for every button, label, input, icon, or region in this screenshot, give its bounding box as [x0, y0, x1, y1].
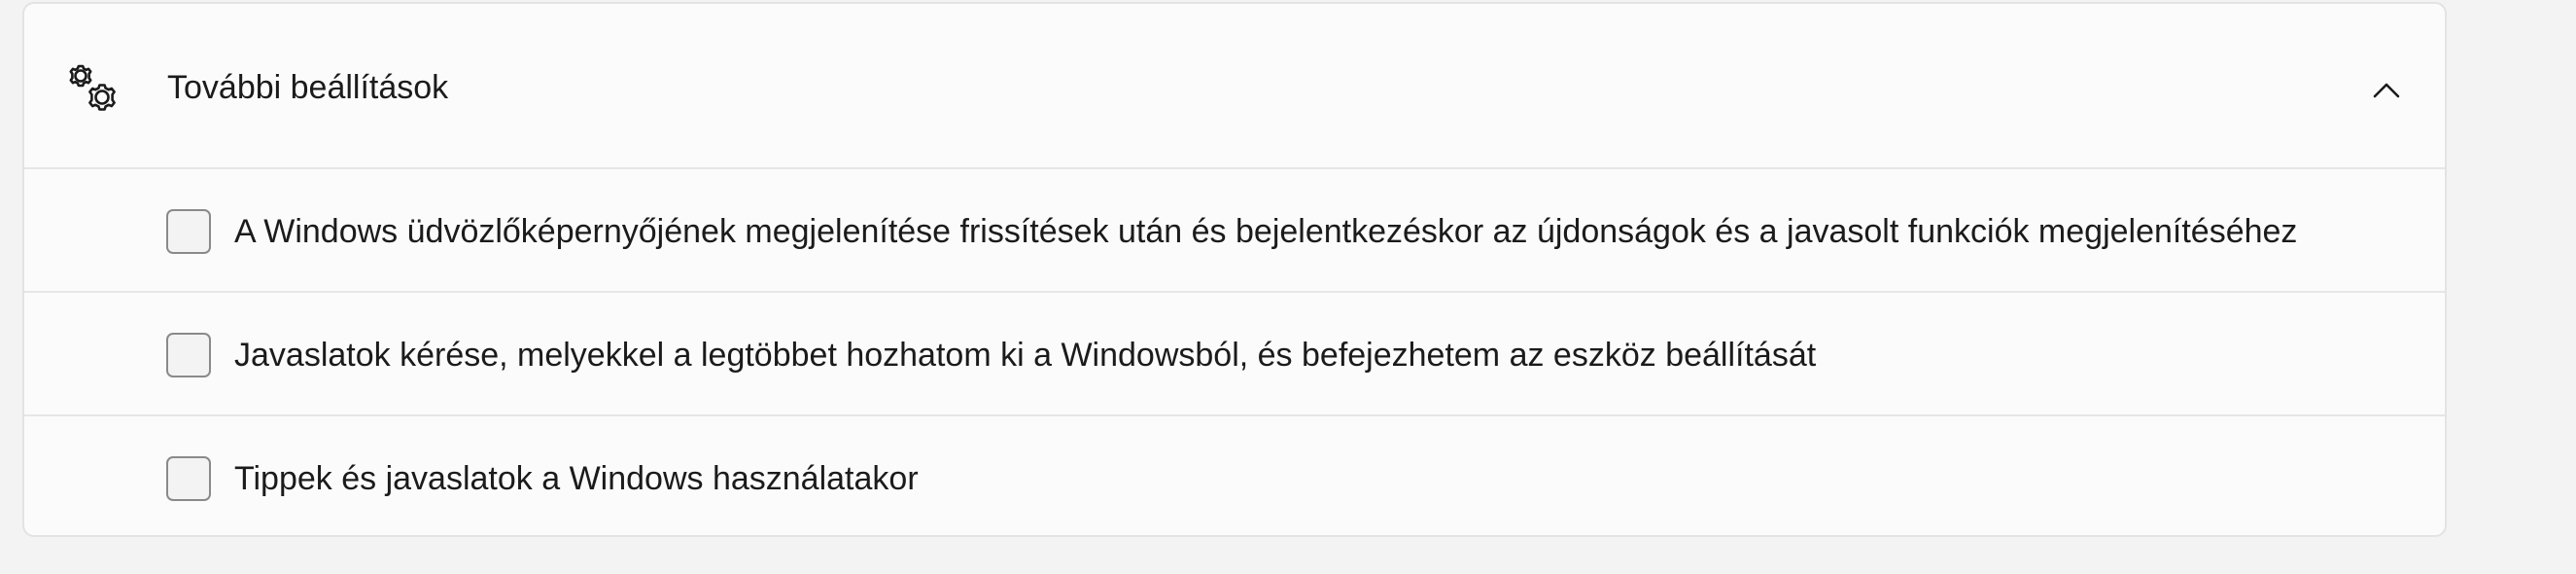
welcome-experience-label: A Windows üdvözlőképernyőjének megjelení… [234, 213, 2298, 250]
tips-label: Tippek és javaslatok a Windows használat… [234, 460, 919, 497]
section-title: További beállítások [167, 69, 449, 106]
welcome-experience-checkbox[interactable] [166, 209, 211, 254]
additional-settings-panel: További beállítások A Windows üdvözlőkép… [22, 2, 2447, 537]
gears-icon [65, 60, 123, 119]
chevron-up-icon[interactable] [2369, 72, 2404, 107]
additional-settings-header[interactable]: További beállítások [24, 4, 2445, 169]
option-row-welcome-experience: A Windows üdvözlőképernyőjének megjelení… [24, 169, 2445, 293]
option-row-tips: Tippek és javaslatok a Windows használat… [24, 416, 2445, 535]
option-row-setup-suggestions: Javaslatok kérése, melyekkel a legtöbbet… [24, 293, 2445, 416]
setup-suggestions-checkbox[interactable] [166, 333, 211, 377]
tips-checkbox[interactable] [166, 456, 211, 501]
setup-suggestions-label: Javaslatok kérése, melyekkel a legtöbbet… [234, 337, 1817, 374]
